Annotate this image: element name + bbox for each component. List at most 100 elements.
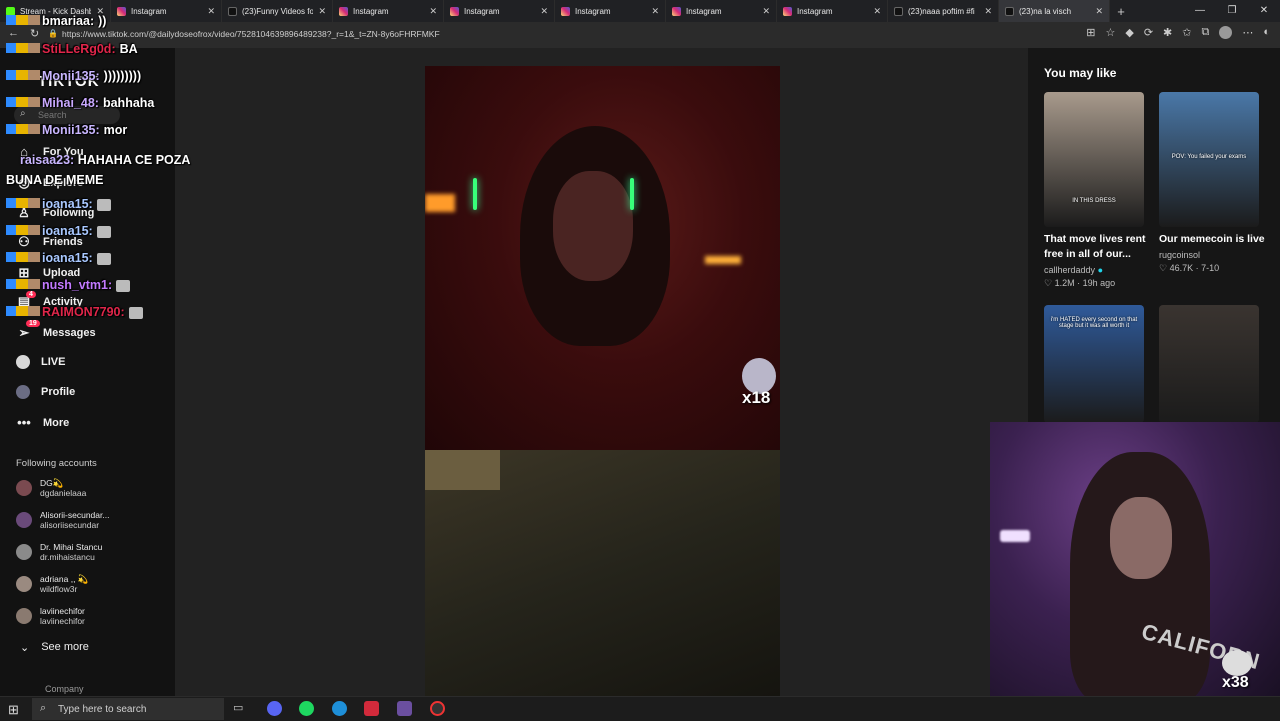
account-name: adriana ,, 💫 xyxy=(40,574,89,584)
spotify-icon[interactable] xyxy=(299,701,314,716)
following-account[interactable]: Alisorii-secundar... alisoriisecundar xyxy=(16,510,109,530)
close-tab-icon[interactable]: ✕ xyxy=(984,6,992,17)
recommended-thumbnail[interactable] xyxy=(1159,305,1259,423)
headphone-glow-left xyxy=(473,178,477,210)
recommended-caption[interactable]: That move lives rent free in all of our..… xyxy=(1044,232,1146,262)
apps-icon[interactable]: ⊞ xyxy=(1086,26,1095,39)
search-box[interactable]: ⌕ Search xyxy=(14,106,120,124)
nav-messages[interactable]: ➢ Messages xyxy=(16,325,96,341)
cat-sticker-icon xyxy=(1222,650,1252,676)
following-account[interactable]: DG💫 dgdanielaaa xyxy=(16,478,86,498)
led-light xyxy=(705,256,741,264)
extension-icon[interactable]: ◆ xyxy=(1125,26,1133,39)
messages-icon: ➢ xyxy=(18,325,30,340)
close-tab-icon[interactable]: ✕ xyxy=(873,6,881,17)
recommended-thumbnail[interactable]: i'm HATED every second on that stage but… xyxy=(1044,305,1144,423)
browser-tab[interactable]: (23)na la visch ✕ xyxy=(999,0,1110,22)
led-light xyxy=(425,194,455,212)
following-account[interactable]: adriana ,, 💫 wildflow3r xyxy=(16,574,88,594)
video-player-bottom[interactable] xyxy=(425,450,780,696)
caption-line: free in all of our... xyxy=(1044,248,1131,260)
lock-icon[interactable]: 🔒 xyxy=(48,29,58,38)
browser-tab[interactable]: Instagram ✕ xyxy=(777,0,888,22)
recommended-thumbnail[interactable]: IN THIS DRESS xyxy=(1044,92,1144,227)
following-account[interactable]: laviinechifor laviinechifor xyxy=(16,606,85,626)
windows-start-icon[interactable]: ⊞ xyxy=(8,702,19,718)
nav-label: More xyxy=(43,416,70,429)
upload-icon: ⊞ xyxy=(18,265,30,280)
puzzle-icon[interactable]: ✱ xyxy=(1163,26,1172,39)
nav-for-you[interactable]: ⌂ For You xyxy=(16,144,83,159)
browser-tab[interactable]: Instagram ✕ xyxy=(333,0,444,22)
close-tab-icon[interactable]: ✕ xyxy=(429,6,437,17)
recommended-author[interactable]: rugcoinsol xyxy=(1159,250,1200,260)
close-window-icon[interactable]: ✕ xyxy=(1248,0,1280,22)
home-icon: ⌂ xyxy=(20,144,28,159)
back-icon[interactable]: ← xyxy=(8,27,19,39)
taskbar-search-placeholder: Type here to search xyxy=(58,704,147,715)
close-tab-icon[interactable]: ✕ xyxy=(96,6,104,17)
recommended-caption[interactable]: Our memecoin is live xyxy=(1159,232,1265,247)
nav-explore[interactable]: ◎ Explore xyxy=(16,175,83,191)
thumbnail-text: IN THIS DRESS xyxy=(1072,198,1116,204)
search-icon: ⌕ xyxy=(40,702,47,714)
task-view-icon[interactable]: ▭ xyxy=(233,701,248,716)
browser-tab[interactable]: Instagram ✕ xyxy=(444,0,555,22)
minimize-icon[interactable]: — xyxy=(1184,0,1216,22)
discord-icon[interactable] xyxy=(267,701,282,716)
browser-tab[interactable]: Instagram ✕ xyxy=(111,0,222,22)
kick-icon xyxy=(6,6,15,16)
windows-taskbar: ⊞ ⌕ Type here to search ▭ xyxy=(0,696,1280,721)
url-field[interactable]: https://www.tiktok.com/@dailydoseofrox/v… xyxy=(62,29,440,39)
profile-avatar[interactable] xyxy=(1219,26,1233,39)
copilot-icon[interactable]: ◐ xyxy=(1263,26,1270,39)
taskbar-search[interactable]: ⌕ Type here to search xyxy=(32,698,224,720)
instagram-icon xyxy=(672,6,681,16)
nav-profile[interactable]: Profile xyxy=(16,385,75,399)
close-tab-icon[interactable]: ✕ xyxy=(318,6,326,17)
tab-title: Instagram xyxy=(575,6,611,16)
following-account[interactable]: Dr. Mihai Stancu dr.mihaistancu xyxy=(16,542,102,562)
restore-icon[interactable]: ❐ xyxy=(1216,0,1248,22)
edge-icon[interactable] xyxy=(332,701,347,716)
browser-tab[interactable]: Stream - Kick Dashb ✕ xyxy=(0,0,111,22)
nav-friends[interactable]: ⚇ Friends xyxy=(16,234,83,250)
see-more-button[interactable]: ⌄ See more xyxy=(20,641,89,654)
close-tab-icon[interactable]: ✕ xyxy=(651,6,659,17)
nav-more[interactable]: ••• More xyxy=(16,415,69,430)
more-icon: ••• xyxy=(17,415,31,430)
recommended-thumbnail[interactable]: POV: You failed your exams xyxy=(1159,92,1259,227)
company-link[interactable]: Company xyxy=(45,684,84,694)
account-handle: laviinechifor xyxy=(40,616,85,626)
refresh-icon[interactable]: ↻ xyxy=(30,27,39,40)
close-tab-icon[interactable]: ✕ xyxy=(540,6,548,17)
app-purple-icon[interactable] xyxy=(397,701,412,716)
browser-tab[interactable]: (23)naaa poftim #fi ✕ xyxy=(888,0,999,22)
video-player-top[interactable] xyxy=(425,66,780,450)
favorites-icon[interactable]: ✩ xyxy=(1182,26,1191,39)
close-tab-icon[interactable]: ✕ xyxy=(1095,6,1103,17)
new-tab-button[interactable]: + xyxy=(1110,4,1132,19)
tiktok-logo[interactable]: TikTok xyxy=(38,73,100,90)
browser-tab[interactable]: Instagram ✕ xyxy=(555,0,666,22)
browser-tab[interactable]: (23)Funny Videos fo ✕ xyxy=(222,0,333,22)
nav-live[interactable]: LIVE xyxy=(16,355,65,369)
recommended-stats: ♡ 46.7K · 7-10 xyxy=(1159,263,1220,273)
menu-icon[interactable]: ⋯ xyxy=(1242,26,1253,39)
account-handle: wildflow3r xyxy=(40,584,78,594)
instagram-icon xyxy=(450,6,459,16)
browser-tab[interactable]: Instagram ✕ xyxy=(666,0,777,22)
app-red-icon[interactable] xyxy=(364,701,379,716)
collections-icon[interactable]: ⧉ xyxy=(1201,26,1209,39)
sync-icon[interactable]: ⟳ xyxy=(1144,26,1153,39)
nav-following[interactable]: ♙ Following xyxy=(16,205,94,221)
recommended-author[interactable]: callherdaddy ● xyxy=(1044,265,1103,275)
gift-sticker: x18 xyxy=(742,358,780,418)
close-tab-icon[interactable]: ✕ xyxy=(762,6,770,17)
headphone-glow-right xyxy=(630,178,634,210)
obs-icon[interactable] xyxy=(430,701,445,716)
nav-upload[interactable]: ⊞ Upload xyxy=(16,265,81,281)
favorite-icon[interactable]: ☆ xyxy=(1105,26,1115,39)
close-tab-icon[interactable]: ✕ xyxy=(207,6,215,17)
browser-tab-strip: Stream - Kick Dashb ✕ Instagram ✕ (23)Funny … xyxy=(0,0,1280,22)
